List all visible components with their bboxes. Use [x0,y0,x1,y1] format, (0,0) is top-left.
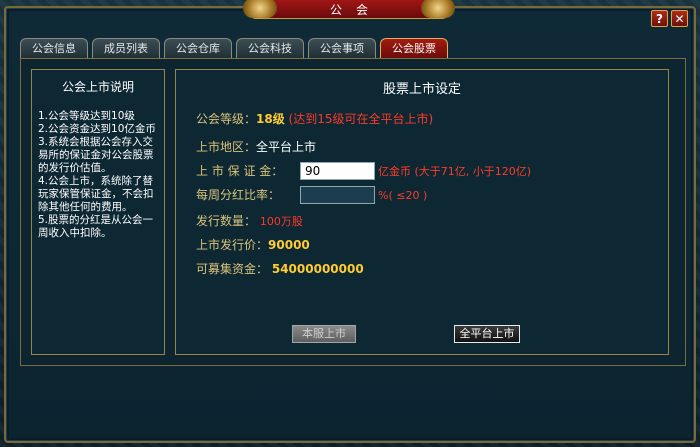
raise-row: 可募集资金： 54000000000 [196,260,364,278]
guild-level-note: (达到15级可在全平台上市) [288,112,434,126]
tab-guild-storage[interactable]: 公会仓库 [164,38,232,58]
help-button[interactable]: ? [651,10,668,27]
region-row: 上市地区：全平台上市 [196,138,316,156]
close-icon: ✕ [674,12,685,26]
region-value: 全平台上市 [256,140,317,154]
dividend-input[interactable] [300,186,375,204]
tab-guild-stock[interactable]: 公会股票 [380,38,448,58]
raise-label: 可募集资金： [196,262,269,276]
raise-value: 54000000000 [271,262,364,276]
price-label: 上市发行价： [196,238,269,252]
tab-content: 公会上市说明 1.公会等级达到10级 2.公会资金达到10亿金币 3.系统会根据… [20,58,686,366]
help-icon: ? [656,12,663,26]
region-label: 上市地区： [196,140,257,154]
window-title: 公会 [329,3,382,17]
shares-value: 100万股 [259,215,303,228]
guild-level-label: 公会等级： [196,112,257,126]
deposit-input[interactable] [300,162,375,180]
deposit-note: 亿金币 (大于71亿, 小于120亿) [378,165,532,178]
listing-info-text: 1.公会等级达到10级 2.公会资金达到10亿金币 3.系统会根据公会存入交易所… [38,110,156,239]
price-value: 90000 [268,238,310,252]
tab-guild-info[interactable]: 公会信息 [20,38,88,58]
dividend-note: %( ≤20 ) [378,189,428,202]
shares-label: 发行数量： [196,214,257,228]
list-all-platform-button[interactable]: 全平台上市 [454,325,520,343]
listing-settings-panel: 股票上市设定 公会等级：18级 (达到15级可在全平台上市) 上市地区：全平台上… [175,69,669,355]
listing-info-title: 公会上市说明 [61,80,134,94]
deposit-row: 上 市 保 证 金： [196,162,283,180]
tab-member-list[interactable]: 成员列表 [92,38,160,58]
list-local-server-button[interactable]: 本服上市 [292,325,356,343]
window-title-bar[interactable]: 公会 [243,0,455,19]
guild-level-row: 公会等级：18级 (达到15级可在全平台上市) [196,110,433,128]
close-button[interactable]: ✕ [671,10,688,27]
shares-row: 发行数量： 100万股 [196,212,303,230]
guild-level-value: 18级 [256,112,285,126]
listing-info-panel: 公会上市说明 1.公会等级达到10级 2.公会资金达到10亿金币 3.系统会根据… [31,69,165,355]
tab-guild-affairs[interactable]: 公会事项 [308,38,376,58]
dividend-label: 每周分红比率： [196,188,281,202]
tab-guild-tech[interactable]: 公会科技 [236,38,304,58]
price-row: 上市发行价：90000 [196,236,310,254]
deposit-label: 上 市 保 证 金： [196,164,284,178]
dividend-row: 每周分红比率： [196,186,280,204]
dividend-note-wrap: %( ≤20 ) [378,186,427,204]
listing-settings-title: 股票上市设定 [382,82,461,97]
deposit-note-wrap: 亿金币 (大于71亿, 小于120亿) [378,162,531,180]
